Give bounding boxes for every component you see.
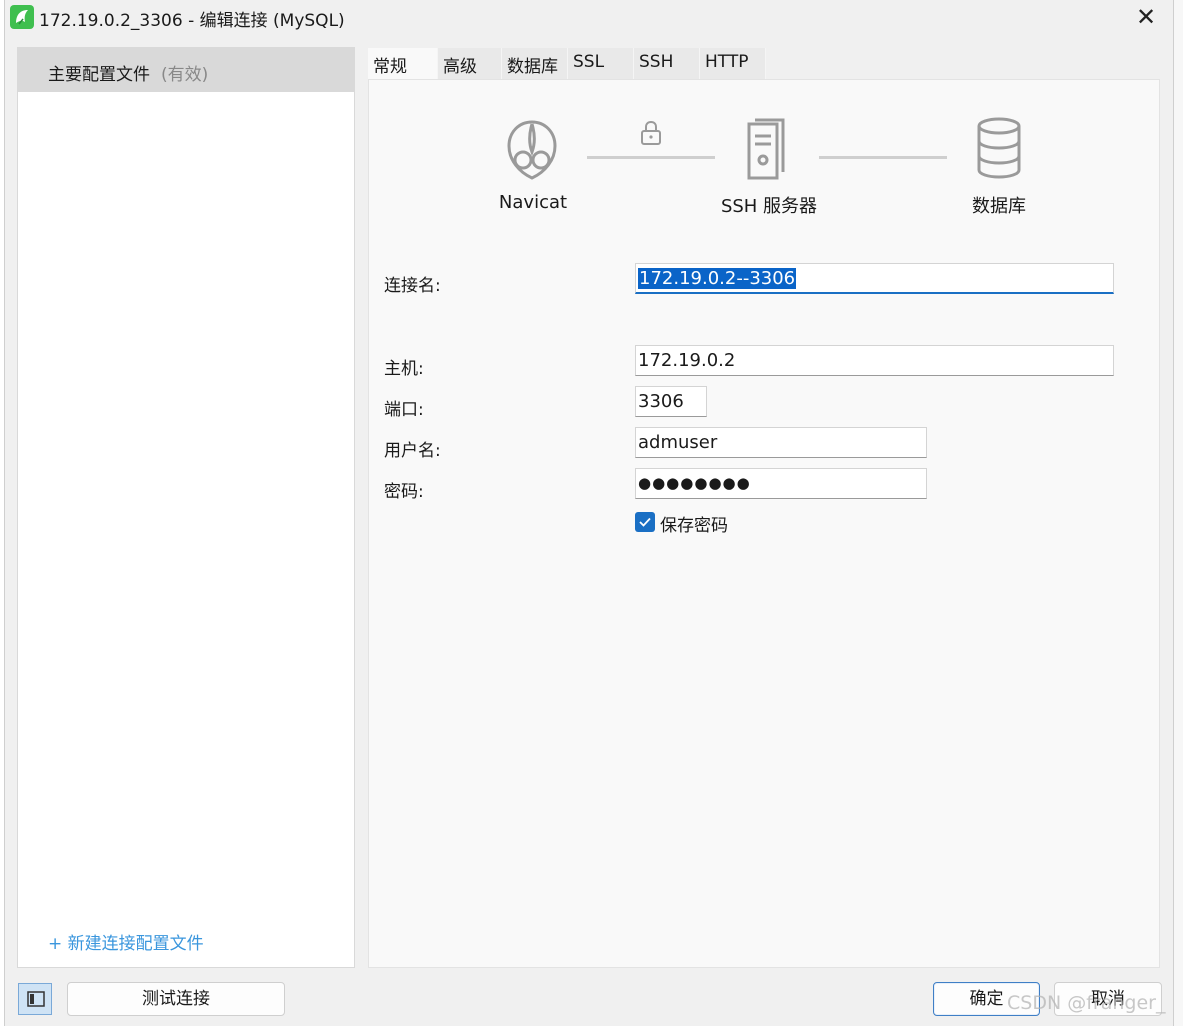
connection-name-value: 172.19.0.2--3306: [638, 268, 797, 289]
host-input[interactable]: 172.19.0.2: [635, 345, 1114, 376]
tab-advanced[interactable]: 高级: [438, 48, 502, 79]
server-icon: [747, 118, 785, 180]
host-label: 主机:: [384, 359, 424, 379]
lock-icon: [641, 120, 661, 145]
password-label: 密码:: [384, 482, 424, 502]
navicat-logo-icon: [507, 120, 557, 180]
checkmark-icon: [639, 517, 651, 527]
diagram-label-database: 数据库: [972, 196, 1026, 217]
database-icon: [977, 117, 1021, 179]
profile-name: 主要配置文件: [48, 65, 150, 85]
tab-ssl[interactable]: SSL: [568, 48, 634, 79]
port-label: 端口:: [384, 400, 424, 420]
sidebar-panel-icon: [27, 991, 45, 1007]
general-tab-content: Navicat SSH 服务器 数据库 连接名: 172.19.0.2--330…: [368, 79, 1160, 968]
title-bar: 172.19.0.2_3306 - 编辑连接 (MySQL) ✕: [5, 0, 1173, 34]
diagram-link-2: [819, 156, 947, 159]
connection-name-label: 连接名:: [384, 276, 441, 296]
username-input[interactable]: admuser: [635, 427, 927, 458]
connection-profile-list: 主要配置文件 (有效) + 新建连接配置文件: [17, 47, 355, 968]
background-right-strip: [1174, 0, 1183, 1026]
watermark: CSDN @franger_: [1007, 992, 1166, 1014]
navicat-app-icon: [10, 5, 34, 29]
save-password-checkbox[interactable]: [635, 512, 655, 532]
port-input[interactable]: 3306: [635, 386, 707, 417]
test-connection-button[interactable]: 测试连接: [67, 982, 285, 1016]
profile-item-main[interactable]: 主要配置文件 (有效): [18, 48, 354, 92]
tab-ssh[interactable]: SSH: [634, 48, 700, 79]
new-connection-profile-link[interactable]: + 新建连接配置文件: [48, 929, 204, 954]
profile-status: (有效): [161, 65, 209, 85]
edit-connection-dialog: 172.19.0.2_3306 - 编辑连接 (MySQL) ✕ 主要配置文件 …: [4, 0, 1174, 1026]
tab-database[interactable]: 数据库: [502, 48, 568, 79]
connection-name-input[interactable]: 172.19.0.2--3306: [635, 263, 1114, 294]
username-label: 用户名:: [384, 441, 441, 461]
diagram-label-ssh-server: SSH 服务器: [720, 196, 818, 217]
toggle-sidebar-button[interactable]: [18, 983, 52, 1015]
tab-general[interactable]: 常规: [368, 48, 438, 80]
tab-http[interactable]: HTTP: [700, 48, 766, 79]
diagram-label-navicat: Navicat: [498, 192, 568, 213]
close-icon[interactable]: ✕: [1133, 4, 1159, 30]
password-input[interactable]: ●●●●●●●●: [635, 468, 927, 499]
save-password-label: 保存密码: [660, 516, 728, 536]
window-title: 172.19.0.2_3306 - 编辑连接 (MySQL): [39, 11, 345, 31]
diagram-link-1: [587, 156, 715, 159]
